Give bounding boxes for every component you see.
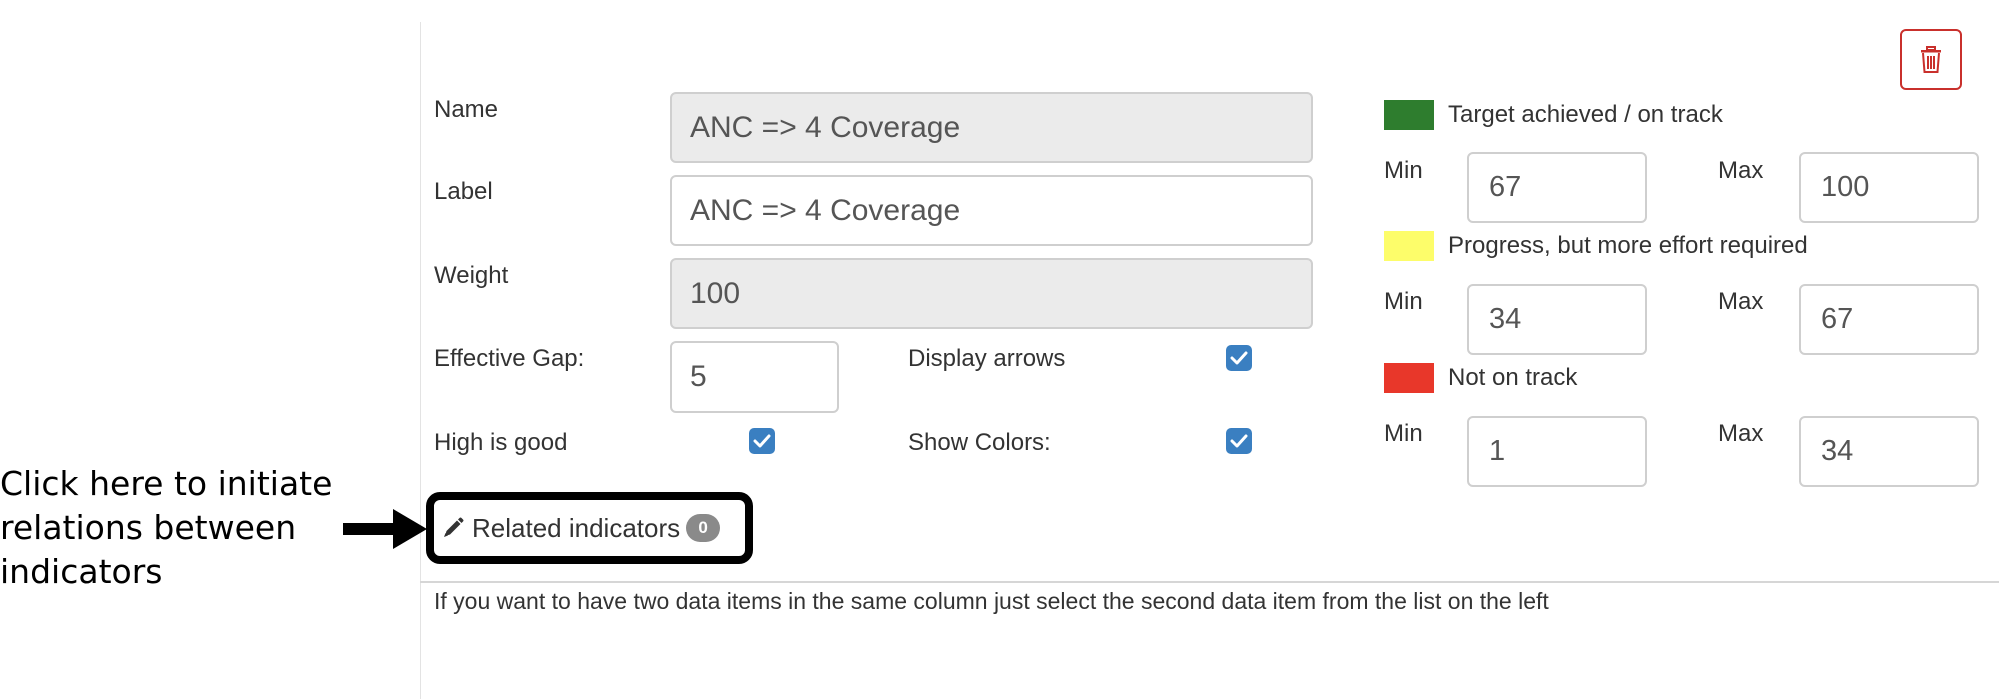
label-label: Label — [434, 178, 493, 205]
progress-min-input[interactable] — [1467, 284, 1647, 355]
checkmark-icon — [1230, 351, 1248, 365]
name-input[interactable] — [670, 92, 1313, 163]
progress-max-input[interactable] — [1799, 284, 1979, 355]
display-arrows-label: Display arrows — [908, 345, 1066, 372]
on-track-min-input[interactable] — [1467, 152, 1647, 223]
checkmark-icon — [753, 434, 771, 448]
delete-button[interactable] — [1900, 29, 1962, 90]
annotation-text: Click here to initiate relations between… — [0, 464, 333, 591]
effective-gap-label: Effective Gap: — [434, 345, 585, 372]
legend-label-not-on-track: Not on track — [1448, 364, 1578, 391]
legend-color-not-on-track — [1384, 363, 1434, 393]
not-on-track-min-input[interactable] — [1467, 416, 1647, 487]
help-note: If you want to have two data items in th… — [434, 588, 1549, 614]
effective-gap-input[interactable] — [670, 341, 839, 413]
panel-divider — [420, 22, 421, 699]
divider — [420, 581, 1999, 583]
related-count-badge: 0 — [686, 514, 721, 542]
not-on-track-max-input[interactable] — [1799, 416, 1979, 487]
high-is-good-checkbox[interactable] — [749, 428, 775, 454]
weight-input[interactable] — [670, 258, 1313, 329]
related-indicators-button[interactable]: Related indicators 0 — [426, 492, 753, 564]
min-label: Min — [1384, 288, 1423, 315]
legend-label-on-track: Target achieved / on track — [1448, 101, 1723, 128]
arrow-right-icon — [343, 509, 427, 549]
show-colors-checkbox[interactable] — [1226, 428, 1252, 454]
high-is-good-label: High is good — [434, 429, 568, 456]
display-arrows-checkbox[interactable] — [1226, 345, 1252, 371]
name-label: Name — [434, 96, 499, 123]
max-label: Max — [1718, 288, 1764, 315]
legend-label-progress: Progress, but more effort required — [1448, 232, 1808, 259]
min-label: Min — [1384, 420, 1423, 447]
label-input[interactable] — [670, 175, 1313, 246]
related-indicators-label: Related indicators — [472, 512, 681, 543]
max-label: Max — [1718, 420, 1764, 447]
max-label: Max — [1718, 157, 1764, 184]
pencil-icon — [444, 517, 464, 537]
legend-color-progress — [1384, 231, 1434, 261]
weight-label: Weight — [434, 262, 509, 289]
min-label: Min — [1384, 157, 1423, 184]
on-track-max-input[interactable] — [1799, 152, 1979, 223]
checkmark-icon — [1230, 434, 1248, 448]
trash-icon — [1921, 45, 1941, 73]
legend-color-on-track — [1384, 100, 1434, 130]
show-colors-label: Show Colors: — [908, 429, 1051, 456]
